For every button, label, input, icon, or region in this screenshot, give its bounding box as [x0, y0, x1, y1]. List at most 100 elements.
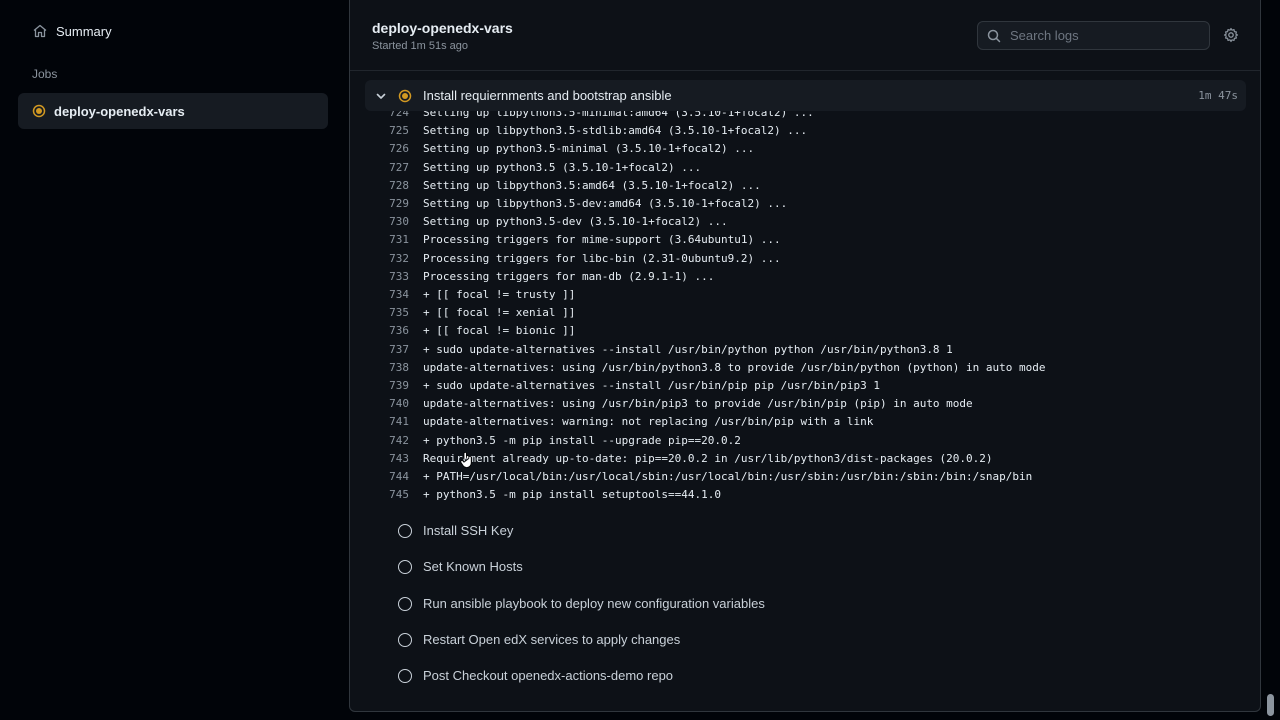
log-line-text: Setting up libpython3.5-minimal:amd64 (3…	[423, 111, 814, 119]
pending-circle-icon	[398, 560, 412, 575]
log-line-number[interactable]: 742	[373, 432, 409, 450]
step-title: Set Known Hosts	[423, 559, 523, 575]
log-line-text: + [[ focal != trusty ]]	[423, 288, 576, 301]
log-line-text: Processing triggers for libc-bin (2.31-0…	[423, 251, 781, 265]
log-line-number[interactable]: 728	[373, 177, 409, 195]
log-line-number[interactable]: 736	[373, 322, 409, 340]
log-line-text: Requirement already up-to-date: pip==20.…	[423, 451, 993, 465]
log-line: 735 + [[ focal != xenial ]]	[365, 304, 1246, 322]
log-line: 736 + [[ focal != bionic ]]	[365, 322, 1246, 340]
log-line-number[interactable]: 727	[373, 159, 409, 177]
log-line: 724 Setting up libpython3.5-minimal:amd64…	[365, 111, 1246, 122]
mouse-cursor-icon	[460, 451, 474, 469]
log-line-number[interactable]: 738	[373, 359, 409, 377]
log-line-text: + PATH=/usr/local/bin:/usr/local/sbin:/u…	[423, 470, 1033, 483]
page-scrollbar[interactable]	[1267, 694, 1274, 716]
step-header-install-requirements[interactable]: Install requiernments and bootstrap ansi…	[365, 80, 1246, 111]
log-line-text: + [[ focal != xenial ]]	[423, 306, 576, 320]
in-progress-icon	[397, 88, 413, 104]
log-line: 739 + sudo update-alternatives --install …	[365, 377, 1246, 395]
log-line-number[interactable]: 725	[373, 122, 409, 140]
sidebar-job-deploy-openedx-vars[interactable]: deploy-openedx-vars	[18, 93, 328, 129]
log-line: 731 Processing triggers for mime-support …	[365, 231, 1246, 249]
log-line: 730 Setting up python3.5-dev (3.5.10-1+fo…	[365, 213, 1246, 231]
log-line: 733 Processing triggers for man-db (2.9.1…	[365, 268, 1246, 286]
log-line-number[interactable]: 734	[373, 286, 409, 304]
log-line-number[interactable]: 729	[373, 195, 409, 213]
log-line: 743 Requirement already up-to-date: pip==…	[365, 450, 1246, 468]
log-line: 738 update-alternatives: using /usr/bin/p…	[365, 359, 1246, 377]
log-line-text: + sudo update-alternatives --install /us…	[423, 379, 880, 392]
log-line-text: Processing triggers for mime-support (3.…	[423, 233, 781, 247]
summary-link[interactable]: Summary	[18, 16, 328, 46]
log-line-number[interactable]: 739	[373, 377, 409, 395]
log-line: 742 + python3.5 -m pip install --upgrade …	[365, 432, 1246, 450]
log-line-text: Processing triggers for man-db (2.9.1-1)…	[423, 269, 715, 283]
log-line-text: update-alternatives: using /usr/bin/pyth…	[423, 360, 1046, 374]
jobs-heading: Jobs	[32, 67, 58, 81]
log-line-number[interactable]: 726	[373, 140, 409, 158]
in-progress-icon	[32, 104, 46, 118]
log-line-number[interactable]: 735	[373, 304, 409, 322]
step-header-pending[interactable]: Install SSH Key	[365, 516, 1246, 546]
log-line: 741 update-alternatives: warning: not rep…	[365, 413, 1246, 431]
step-header-pending[interactable]: Restart Open edX services to apply chang…	[365, 625, 1246, 655]
sidebar: Summary Jobs deploy-openedx-vars	[0, 0, 348, 720]
log-line-number[interactable]: 733	[373, 268, 409, 286]
log-line-text: Setting up python3.5 (3.5.10-1+focal2) .…	[423, 160, 702, 174]
pending-circle-icon	[398, 596, 412, 611]
log-output: 724 Setting up libpython3.5-minimal:amd64…	[365, 111, 1246, 506]
log-line: 727 Setting up python3.5 (3.5.10-1+focal2…	[365, 159, 1246, 177]
log-line-number[interactable]: 743	[373, 450, 409, 468]
log-line-text: Setting up libpython3.5-dev:amd64 (3.5.1…	[423, 197, 788, 210]
log-line: 744 + PATH=/usr/local/bin:/usr/local/sbin…	[365, 468, 1246, 486]
step-title: Restart Open edX services to apply chang…	[423, 631, 681, 647]
log-line: 725 Setting up libpython3.5-stdlib:amd64 …	[365, 122, 1246, 140]
job-started-time: Started 1m 51s ago	[372, 40, 469, 52]
log-line-text: update-alternatives: using /usr/bin/pip3…	[423, 397, 973, 411]
log-line-number[interactable]: 731	[373, 231, 409, 249]
search-icon	[986, 28, 1002, 44]
pending-circle-icon	[398, 524, 412, 538]
page-title: deploy-openedx-vars	[372, 20, 513, 36]
log-line: 728 Setting up libpython3.5:amd64 (3.5.10…	[365, 177, 1246, 195]
chevron-down-icon[interactable]	[373, 88, 389, 104]
gear-icon[interactable]	[1222, 26, 1240, 44]
job-header: deploy-openedx-vars Started 1m 51s ago	[350, 0, 1260, 71]
log-line-text: + python3.5 -m pip install setuptools==4…	[423, 488, 722, 502]
home-icon	[32, 23, 48, 39]
search-logs-input[interactable]	[1010, 28, 1200, 43]
log-line-number[interactable]: 732	[373, 250, 409, 268]
log-line-text: Setting up python3.5-dev (3.5.10-1+focal…	[423, 215, 728, 229]
log-line-number[interactable]: 741	[373, 413, 409, 431]
log-line-text: Setting up libpython3.5:amd64 (3.5.10-1+…	[423, 178, 761, 192]
log-line-number[interactable]: 724	[373, 111, 409, 122]
pending-circle-icon	[398, 632, 412, 647]
log-line-text: + python3.5 -m pip install --upgrade pip…	[423, 433, 741, 447]
step-title: Run ansible playbook to deploy new confi…	[423, 595, 765, 611]
log-line: 732 Processing triggers for libc-bin (2.3…	[365, 250, 1246, 268]
log-line: 729 Setting up libpython3.5-dev:amd64 (3.…	[365, 195, 1246, 213]
search-logs-field[interactable]	[977, 21, 1210, 50]
log-line-number[interactable]: 745	[373, 486, 409, 504]
step-duration: 1m 47s	[1198, 89, 1238, 102]
step-header-pending[interactable]: Set Known Hosts	[365, 552, 1246, 582]
summary-label: Summary	[56, 23, 112, 39]
log-line-text: Setting up python3.5-minimal (3.5.10-1+f…	[423, 142, 755, 156]
log-line-text: update-alternatives: warning: not replac…	[423, 415, 874, 429]
log-line-number[interactable]: 737	[373, 341, 409, 359]
step-header-pending[interactable]: Run ansible playbook to deploy new confi…	[365, 589, 1246, 619]
log-line: 740 update-alternatives: using /usr/bin/p…	[365, 395, 1246, 413]
log-line: 737 + sudo update-alternatives --install …	[365, 341, 1246, 359]
job-log-panel: deploy-openedx-vars Started 1m 51s ago I…	[349, 0, 1261, 712]
step-title: Post Checkout openedx-actions-demo repo	[423, 668, 674, 684]
log-line-number[interactable]: 740	[373, 395, 409, 413]
log-line-number[interactable]: 744	[373, 468, 409, 486]
pending-circle-icon	[398, 669, 412, 684]
log-line-text: Setting up libpython3.5-stdlib:amd64 (3.…	[423, 124, 808, 138]
log-line: 726 Setting up python3.5-minimal (3.5.10-…	[365, 140, 1246, 158]
step-header-pending[interactable]: Post Checkout openedx-actions-demo repo	[365, 661, 1246, 691]
log-line: 745 + python3.5 -m pip install setuptools…	[365, 486, 1246, 504]
log-line: 734 + [[ focal != trusty ]]	[365, 286, 1246, 304]
log-line-number[interactable]: 730	[373, 213, 409, 231]
